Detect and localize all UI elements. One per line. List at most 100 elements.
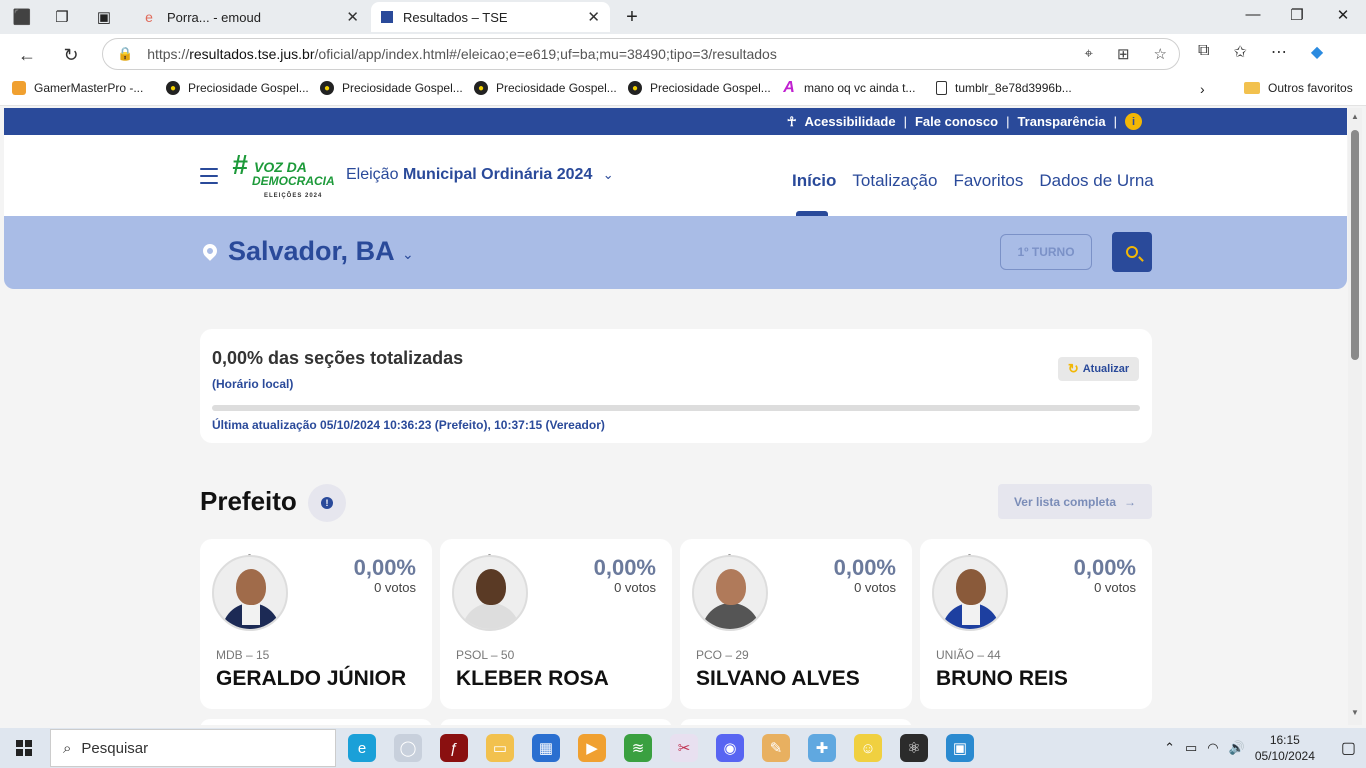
turno-button[interactable]: 1º TURNO <box>1000 234 1092 270</box>
restore-icon[interactable]: ❐ <box>1282 6 1312 24</box>
nav-favoritos[interactable]: Favoritos <box>953 171 1023 191</box>
wifi-icon[interactable]: ◠ <box>1207 740 1218 756</box>
bookmark-item[interactable]: ● Preciosidade Gospel... <box>474 81 617 95</box>
tab-resultados[interactable]: Resultados – TSE ✕ <box>371 2 610 32</box>
url-input[interactable]: 🔒 https://resultados.tse.jus.br/oficial/… <box>102 38 1180 70</box>
close-window-icon[interactable]: ✕ <box>1328 6 1358 24</box>
contact-link[interactable]: Fale conosco <box>915 114 998 129</box>
url-host: resultados.tse.jus.br <box>189 46 315 62</box>
nav-inicio[interactable]: Início <box>792 171 836 191</box>
extensions-icon[interactable]: ⧉ <box>1198 42 1209 62</box>
close-tab-icon[interactable]: ✕ <box>346 8 359 26</box>
favorites-icon[interactable]: ✩ <box>1233 42 1246 62</box>
flash-icon[interactable]: ƒ <box>440 734 468 762</box>
battery-icon[interactable]: ▭ <box>1185 740 1197 756</box>
notifications-icon[interactable]: ▢ <box>1341 738 1356 758</box>
section-info-button[interactable]: ! <box>308 484 346 522</box>
windows-start-icon[interactable] <box>16 740 32 756</box>
chevron-down-icon[interactable]: ⌄ <box>402 246 414 263</box>
bluestacks-icon[interactable]: ≋ <box>624 734 652 762</box>
new-tab-icon[interactable]: + <box>620 6 644 28</box>
chevron-right-icon[interactable]: › <box>1200 81 1205 97</box>
electron-icon[interactable]: ⚛ <box>900 734 928 762</box>
nav-totalizacao[interactable]: Totalização <box>852 171 937 191</box>
candidate-card-partial[interactable] <box>680 719 912 725</box>
address-bar: ← ↻ 🔒 https://resultados.tse.jus.br/ofic… <box>0 34 1366 74</box>
discord-icon[interactable]: ◉ <box>716 734 744 762</box>
volume-icon[interactable]: 🔊 <box>1229 740 1245 756</box>
refresh-label: Atualizar <box>1082 363 1130 375</box>
letter-a-icon: A <box>783 79 795 96</box>
bookmark-item[interactable]: tumblr_8e78d3996b... <box>936 81 1072 95</box>
file-explorer-icon[interactable]: ▭ <box>486 734 514 762</box>
refresh-button[interactable]: ↻ Atualizar <box>1058 357 1139 381</box>
scroll-down-icon[interactable]: ▼ <box>1351 708 1359 717</box>
city-selector[interactable]: Salvador, BA <box>228 236 395 267</box>
chevron-up-icon[interactable]: ⌃ <box>1164 740 1175 756</box>
more-menu-icon[interactable]: ⋯ <box>1271 42 1287 62</box>
clock-time: 16:15 <box>1269 733 1300 747</box>
bookmark-item[interactable]: ● Preciosidade Gospel... <box>628 81 771 95</box>
candidate-card[interactable]: 0,00% 0 votos MDB – 15 GERALDO JÚNIOR <box>200 539 432 709</box>
candidate-card-partial[interactable] <box>440 719 672 725</box>
taskbar-search[interactable]: ⌕ Pesquisar <box>50 729 336 767</box>
close-tab-icon[interactable]: ✕ <box>587 8 600 26</box>
election-selector[interactable]: Eleição Municipal Ordinária 2024 ⌄ <box>346 166 614 184</box>
taskbar-apps: e ◯ ƒ ▭ ▦ ▶ ≋ ✂ ◉ ✎ ✚ ☺ ⚛ ▣ <box>348 734 974 762</box>
other-favorites[interactable]: Outros favoritos <box>1244 81 1353 95</box>
bookmark-item[interactable]: ● Preciosidade Gospel... <box>320 81 463 95</box>
local-time-label: (Horário local) <box>212 377 294 391</box>
nav-dados-de-urna[interactable]: Dados de Urna <box>1039 171 1153 191</box>
minimize-icon[interactable]: — <box>1238 6 1268 23</box>
page-scrollbar[interactable]: ▲ ▼ <box>1348 108 1362 725</box>
candidate-party: PSOL – 50 <box>456 648 515 662</box>
copilot-icon[interactable]: ◆ <box>1311 42 1323 62</box>
game-face-icon[interactable]: ☺ <box>854 734 882 762</box>
scroll-thumb[interactable] <box>1351 130 1359 360</box>
tab-emoud[interactable]: e Porra... - emoud ✕ <box>131 2 369 32</box>
favorite-star-icon[interactable]: ☆ <box>1154 45 1167 63</box>
media-player-icon[interactable]: ▶ <box>578 734 606 762</box>
voz-da-democracia-logo[interactable]: # VOZ DA DEMOCRACIA ELEIÇÕES 2024 <box>232 151 335 200</box>
apps-icon[interactable]: ⊞ <box>1117 45 1130 63</box>
gamepad-icon[interactable]: ✚ <box>808 734 836 762</box>
bookmark-item[interactable]: Amano oq vc ainda t... <box>782 79 915 96</box>
paint-icon[interactable]: ✎ <box>762 734 790 762</box>
workspaces-icon[interactable]: ❐ <box>50 6 74 28</box>
transparency-link[interactable]: Transparência <box>1017 114 1105 129</box>
logo-line2: DEMOCRACIA <box>252 174 335 188</box>
back-icon[interactable]: ← <box>14 42 40 68</box>
info-icon[interactable]: i <box>1125 113 1142 130</box>
candidate-photo <box>212 555 288 631</box>
candidate-card[interactable]: 0,00% 0 votos PCO – 29 SILVANO ALVES <box>680 539 912 709</box>
bookmarks-bar: GamerMasterPro -... ● Preciosidade Gospel… <box>0 74 1366 106</box>
candidate-card[interactable]: 0,00% 0 votos UNIÃO – 44 BRUNO REIS <box>920 539 1152 709</box>
candidate-cards-next-row <box>200 719 912 725</box>
hamburger-menu-icon[interactable] <box>200 168 218 189</box>
screen-app-icon[interactable]: ▣ <box>946 734 974 762</box>
store-icon[interactable]: ▦ <box>532 734 560 762</box>
bookmark-item[interactable]: ● Preciosidade Gospel... <box>166 81 309 95</box>
search-button[interactable] <box>1112 232 1152 272</box>
scroll-up-icon[interactable]: ▲ <box>1351 112 1359 121</box>
election-name: Municipal Ordinária 2024 <box>402 166 593 183</box>
search-icon: ⌕ <box>63 739 72 757</box>
globe-icon[interactable]: ◯ <box>394 734 422 762</box>
arrow-right-icon: → <box>1124 494 1137 509</box>
profile-icon[interactable]: ⬛ <box>10 6 34 28</box>
bookmark-label: GamerMasterPro -... <box>34 81 144 95</box>
logo-line3: ELEIÇÕES 2024 <box>264 193 323 199</box>
bookmark-item[interactable]: GamerMasterPro -... <box>12 81 143 95</box>
edge-icon[interactable]: e <box>348 734 376 762</box>
candidate-card-partial[interactable] <box>200 719 432 725</box>
clock[interactable]: 16:15 05/10/2024 <box>1255 732 1315 764</box>
tab-actions-icon[interactable]: ▣ <box>92 6 116 28</box>
see-full-list-button[interactable]: Ver lista completa → <box>998 484 1152 519</box>
accessibility-link[interactable]: Acessibilidade <box>805 114 896 129</box>
snipping-icon[interactable]: ✂ <box>670 734 698 762</box>
candidate-votes: 0 votos <box>854 580 896 595</box>
logo-line1: VOZ DA <box>254 159 307 175</box>
reload-icon[interactable]: ↻ <box>58 42 84 68</box>
location-icon[interactable]: ⌖ <box>1085 45 1093 63</box>
candidate-card[interactable]: 0,00% 0 votos PSOL – 50 KLEBER ROSA <box>440 539 672 709</box>
